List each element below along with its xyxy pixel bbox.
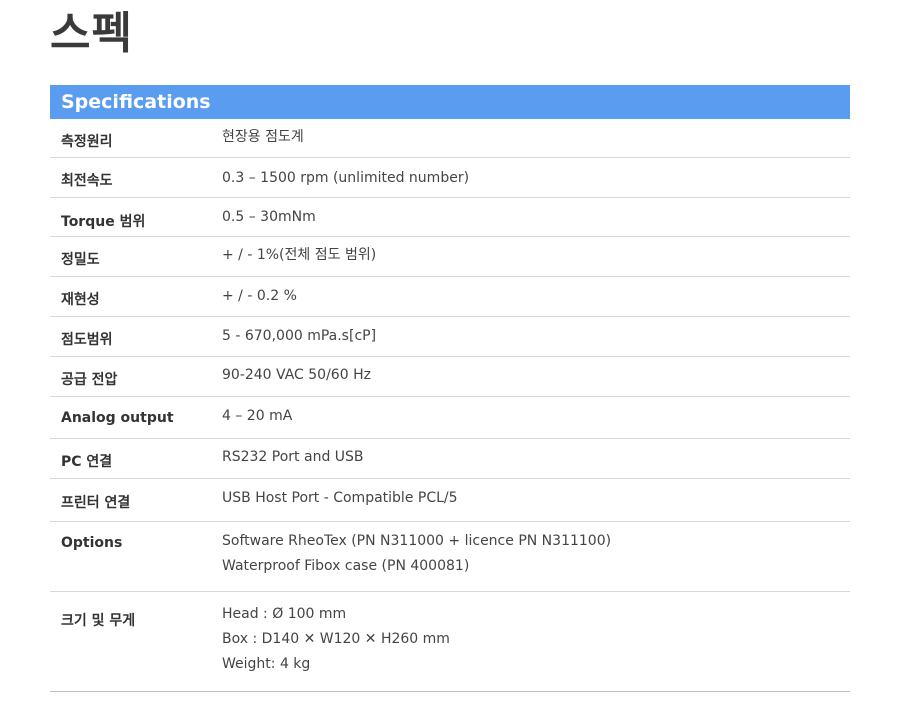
spec-label: 최전속도	[61, 173, 113, 189]
spec-row: 크기 및 무게 Head : Ø 100 mm Box : D140 ✕ W120 …	[50, 592, 850, 691]
spec-value-line: 90-240 VAC 50/60 Hz	[222, 367, 371, 383]
spec-label: 공급 전압	[61, 372, 118, 388]
spec-row: 최전속도 0.3 – 1500 rpm (unlimited number)	[50, 158, 850, 198]
spec-value: Software RheoTex (PN N311000 + licence P…	[222, 522, 850, 591]
spec-label: 재현성	[61, 292, 100, 308]
spec-table: 측정원리 현장용 점도계최전속도 0.3 – 1500 rpm (unlimited…	[50, 119, 850, 692]
spec-value-line: Software RheoTex (PN N311000 + licence P…	[222, 533, 612, 549]
spec-value: 0.5 – 30mNm	[222, 198, 850, 236]
spec-value-line: 0.3 – 1500 rpm (unlimited number)	[222, 170, 470, 186]
spec-value: 4 – 20 mA	[222, 397, 850, 438]
spec-value: + / - 1%(전체 점도 범위)	[222, 237, 850, 276]
spec-label: 측정원리	[61, 134, 113, 150]
spec-value-line: 0.5 – 30mNm	[222, 209, 316, 225]
spec-value-line: Waterproof Fibox case (PN 400081)	[222, 558, 470, 574]
spec-value: + / - 0.2 %	[222, 277, 850, 316]
spec-value-line: Head : Ø 100 mm	[222, 606, 347, 622]
spec-row: Torque 범위 0.5 – 30mNm	[50, 198, 850, 237]
spec-value-line: USB Host Port - Compatible PCL/5	[222, 490, 458, 506]
spec-label: 점도범위	[61, 332, 113, 348]
spec-label: 프린터 연결	[61, 495, 131, 511]
spec-row: Options Software RheoTex (PN N311000 + li…	[50, 522, 850, 592]
spec-value-line: 4 – 20 mA	[222, 408, 293, 424]
spec-value: 0.3 – 1500 rpm (unlimited number)	[222, 158, 850, 197]
spec-value: USB Host Port - Compatible PCL/5	[222, 479, 850, 521]
spec-row: 측정원리 현장용 점도계	[50, 119, 850, 158]
spec-label: Torque 범위	[61, 214, 146, 230]
spec-label: 정밀도	[61, 252, 100, 268]
spec-row: 프린터 연결 USB Host Port - Compatible PCL/5	[50, 479, 850, 522]
spec-value: Head : Ø 100 mm Box : D140 ✕ W120 ✕ H260 …	[222, 592, 850, 691]
spec-value-line: Box : D140 ✕ W120 ✕ H260 mm	[222, 631, 450, 647]
specifications-section: Specifications 측정원리 현장용 점도계최전속도 0.3 – 1500…	[50, 85, 850, 692]
spec-label: PC 연결	[61, 454, 113, 470]
spec-value-line: 현장용 점도계	[222, 129, 304, 145]
section-header: Specifications	[50, 85, 850, 119]
spec-value-line: RS232 Port and USB	[222, 449, 364, 465]
spec-value: 90-240 VAC 50/60 Hz	[222, 357, 850, 396]
spec-row: 공급 전압 90-240 VAC 50/60 Hz	[50, 357, 850, 397]
spec-row: 점도범위 5 - 670,000 mPa.s[cP]	[50, 317, 850, 357]
spec-value-line: 5 - 670,000 mPa.s[cP]	[222, 328, 377, 344]
spec-row: 재현성 + / - 0.2 %	[50, 277, 850, 317]
page-title: 스펙	[50, 8, 133, 59]
spec-value-line: + / - 1%(전체 점도 범위)	[222, 247, 377, 263]
spec-row: PC 연결 RS232 Port and USB	[50, 439, 850, 479]
spec-label: Analog output	[61, 410, 174, 426]
spec-label: 크기 및 무게	[61, 613, 136, 629]
spec-value: 5 - 670,000 mPa.s[cP]	[222, 317, 850, 356]
spec-value: 현장용 점도계	[222, 119, 850, 157]
spec-value-line: + / - 0.2 %	[222, 288, 297, 304]
spec-row: 정밀도 + / - 1%(전체 점도 범위)	[50, 237, 850, 277]
spec-row: Analog output 4 – 20 mA	[50, 397, 850, 439]
spec-label: Options	[61, 535, 123, 551]
spec-value-line: Weight: 4 kg	[222, 656, 311, 672]
spec-value: RS232 Port and USB	[222, 439, 850, 478]
